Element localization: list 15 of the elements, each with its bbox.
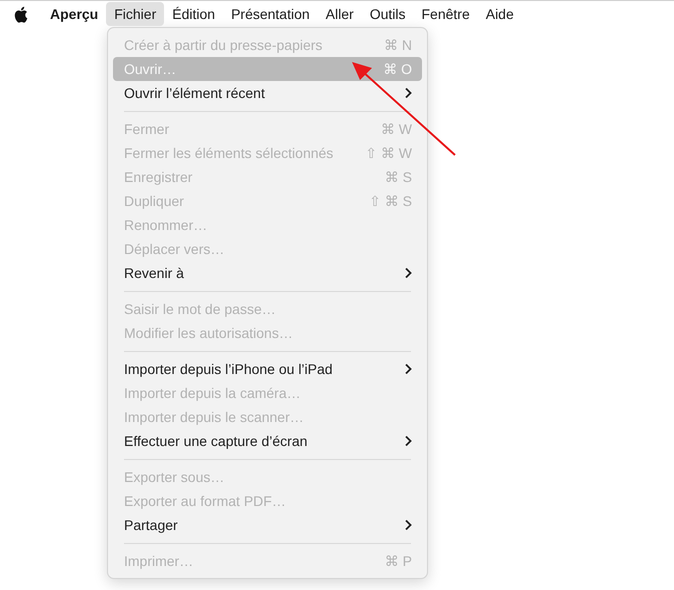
app-menu[interactable]: Aperçu bbox=[42, 2, 106, 26]
menu-item[interactable]: Importer depuis l’iPhone ou l’iPad bbox=[113, 357, 422, 381]
menu-bar-item[interactable]: Présentation bbox=[223, 2, 318, 26]
menu-item[interactable]: Effectuer une capture d’écran bbox=[113, 429, 422, 453]
menu-item[interactable]: Revenir à bbox=[113, 261, 422, 285]
menu-bar-item[interactable]: Outils bbox=[362, 2, 414, 26]
menu-bar-item[interactable]: Aide bbox=[478, 2, 522, 26]
menu-item[interactable]: Ouvrir l’élément récent bbox=[113, 81, 422, 105]
menu-bar-item[interactable]: Fichier bbox=[106, 2, 164, 26]
menu-item[interactable]: Ouvrir… ⌘ O bbox=[113, 57, 422, 81]
menu-bar-item[interactable]: Fenêtre bbox=[413, 2, 478, 26]
menu-bar-item[interactable]: Édition bbox=[164, 2, 224, 26]
apple-logo-icon[interactable] bbox=[13, 6, 28, 22]
menu-bar-item[interactable]: Aller bbox=[318, 2, 362, 26]
menu-item[interactable]: Partager bbox=[113, 513, 422, 537]
